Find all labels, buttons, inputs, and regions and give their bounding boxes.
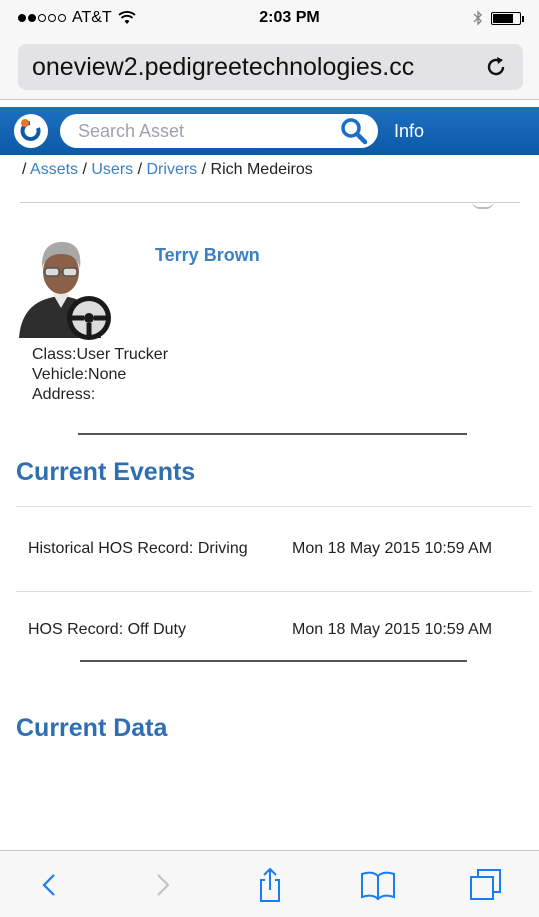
tabs-icon[interactable] [464, 863, 508, 907]
driver-info: Class:User Trucker Vehicle:None Address: [32, 345, 168, 405]
browser-toolbar [0, 850, 539, 917]
wifi-icon [118, 11, 136, 24]
driver-address: Address: [32, 386, 96, 403]
battery-icon [491, 11, 524, 25]
events-table: Historical HOS Record: Driving Mon 18 Ma… [16, 506, 532, 668]
url-text[interactable]: oneview2.pedigreetechnologies.cc [32, 53, 483, 82]
driver-vehicle: Vehicle:None [32, 366, 127, 383]
table-row[interactable]: HOS Record: Off Duty Mon 18 May 2015 10:… [16, 591, 532, 668]
bluetooth-icon [473, 10, 482, 26]
app-logo-icon[interactable] [14, 114, 48, 148]
share-icon[interactable] [248, 863, 292, 907]
carrier-label: AT&T [72, 9, 112, 26]
divider [78, 433, 467, 435]
breadcrumb-users[interactable]: Users [91, 161, 133, 178]
divider [80, 660, 467, 662]
bookmarks-icon[interactable] [356, 863, 400, 907]
driver-avatar [19, 242, 111, 340]
driver-class: Class:User Trucker [32, 346, 169, 363]
event-name: Historical HOS Record: Driving [16, 506, 280, 592]
battery-fill [493, 13, 514, 23]
status-right [401, 10, 524, 26]
divider [20, 202, 520, 203]
app-header: Info [0, 107, 539, 155]
search-icon[interactable] [340, 117, 368, 145]
breadcrumb: / Assets / Users / Drivers / Rich Medeir… [22, 161, 313, 178]
breadcrumb-assets[interactable]: Assets [30, 161, 78, 178]
event-time: Mon 18 May 2015 10:59 AM [280, 506, 532, 592]
status-time: 2:03 PM [259, 9, 320, 26]
section-title-current-events: Current Events [16, 458, 196, 486]
signal-strength-icon [18, 14, 66, 22]
search-input[interactable] [78, 120, 340, 142]
back-icon[interactable] [28, 863, 72, 907]
status-bar: AT&T 2:03 PM [0, 0, 539, 36]
event-time: Mon 18 May 2015 10:59 AM [280, 591, 532, 668]
url-bar[interactable]: oneview2.pedigreetechnologies.cc [18, 44, 523, 90]
forward-icon[interactable] [140, 863, 184, 907]
section-title-current-data: Current Data [16, 714, 168, 742]
driver-name[interactable]: Terry Brown [155, 245, 260, 266]
breadcrumb-drivers[interactable]: Drivers [147, 161, 198, 178]
breadcrumb-current: Rich Medeiros [210, 161, 313, 178]
search-box [60, 114, 378, 148]
table-row[interactable]: Historical HOS Record: Driving Mon 18 Ma… [16, 506, 532, 592]
browser-url-area: oneview2.pedigreetechnologies.cc [0, 36, 539, 100]
event-name: HOS Record: Off Duty [16, 591, 280, 668]
scroll-indicator [472, 201, 494, 209]
tab-info[interactable]: Info [394, 121, 424, 142]
reload-icon[interactable] [483, 54, 509, 80]
